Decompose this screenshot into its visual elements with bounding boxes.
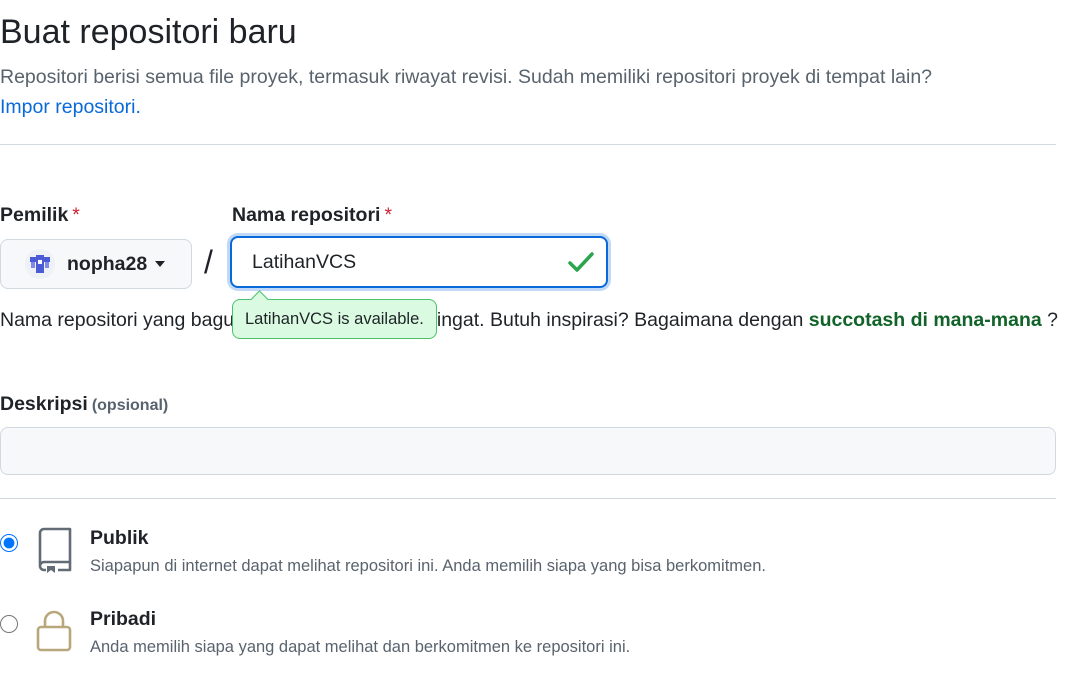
owner-avatar-icon bbox=[30, 255, 50, 273]
hint-suffix: ? bbox=[1047, 309, 1058, 331]
private-radio[interactable] bbox=[0, 615, 18, 633]
owner-label-text: Pemilik bbox=[0, 204, 69, 226]
divider bbox=[0, 144, 1056, 145]
private-title: Pribadi bbox=[90, 608, 157, 630]
description-input[interactable] bbox=[0, 427, 1056, 475]
availability-tooltip: LatihanVCS is available. bbox=[232, 290, 437, 339]
avatar bbox=[25, 249, 55, 279]
page-title: Buat repositori baru bbox=[0, 13, 297, 51]
public-title: Publik bbox=[90, 527, 149, 549]
required-mark: * bbox=[72, 204, 80, 226]
subtitle-text: Repositori berisi semua file proyek, ter… bbox=[0, 66, 933, 88]
private-description: Anda memilih siapa yang dapat melihat da… bbox=[90, 638, 631, 656]
public-radio[interactable] bbox=[0, 534, 18, 552]
repo-name-label: Nama repositori * bbox=[232, 204, 392, 227]
import-repository-link[interactable]: Impor repositori. bbox=[0, 96, 141, 118]
page-subtitle: Repositori berisi semua file proyek, ter… bbox=[0, 62, 1060, 122]
repo-icon bbox=[38, 527, 72, 573]
name-suggestion[interactable]: succotash di mana-mana bbox=[809, 309, 1042, 331]
description-label-text: Deskripsi bbox=[0, 393, 88, 415]
check-icon bbox=[568, 252, 594, 272]
owner-repo-separator: / bbox=[204, 244, 213, 280]
public-description: Siapapun di internet dapat melihat repos… bbox=[90, 557, 766, 575]
owner-label: Pemilik * bbox=[0, 204, 80, 227]
optional-tag: (opsional) bbox=[91, 397, 169, 414]
owner-name: nopha28 bbox=[67, 252, 148, 275]
repo-name-hint: Nama repositori yang bagus pendek dan mu… bbox=[0, 305, 1060, 336]
availability-text: LatihanVCS is available. bbox=[245, 309, 424, 328]
required-mark: * bbox=[384, 204, 393, 226]
repo-name-input[interactable] bbox=[252, 251, 552, 274]
lock-icon bbox=[36, 610, 72, 652]
new-repository-page: Buat repositori baru Repositori berisi s… bbox=[0, 0, 1071, 679]
description-label: Deskripsi (opsional) bbox=[0, 393, 168, 416]
repo-name-label-text: Nama repositori bbox=[232, 204, 381, 226]
caret-down-icon bbox=[155, 261, 166, 267]
tooltip-arrow bbox=[250, 290, 269, 309]
repo-name-field[interactable] bbox=[230, 236, 608, 288]
owner-select-button[interactable]: nopha28 bbox=[0, 239, 192, 289]
divider bbox=[0, 498, 1056, 499]
